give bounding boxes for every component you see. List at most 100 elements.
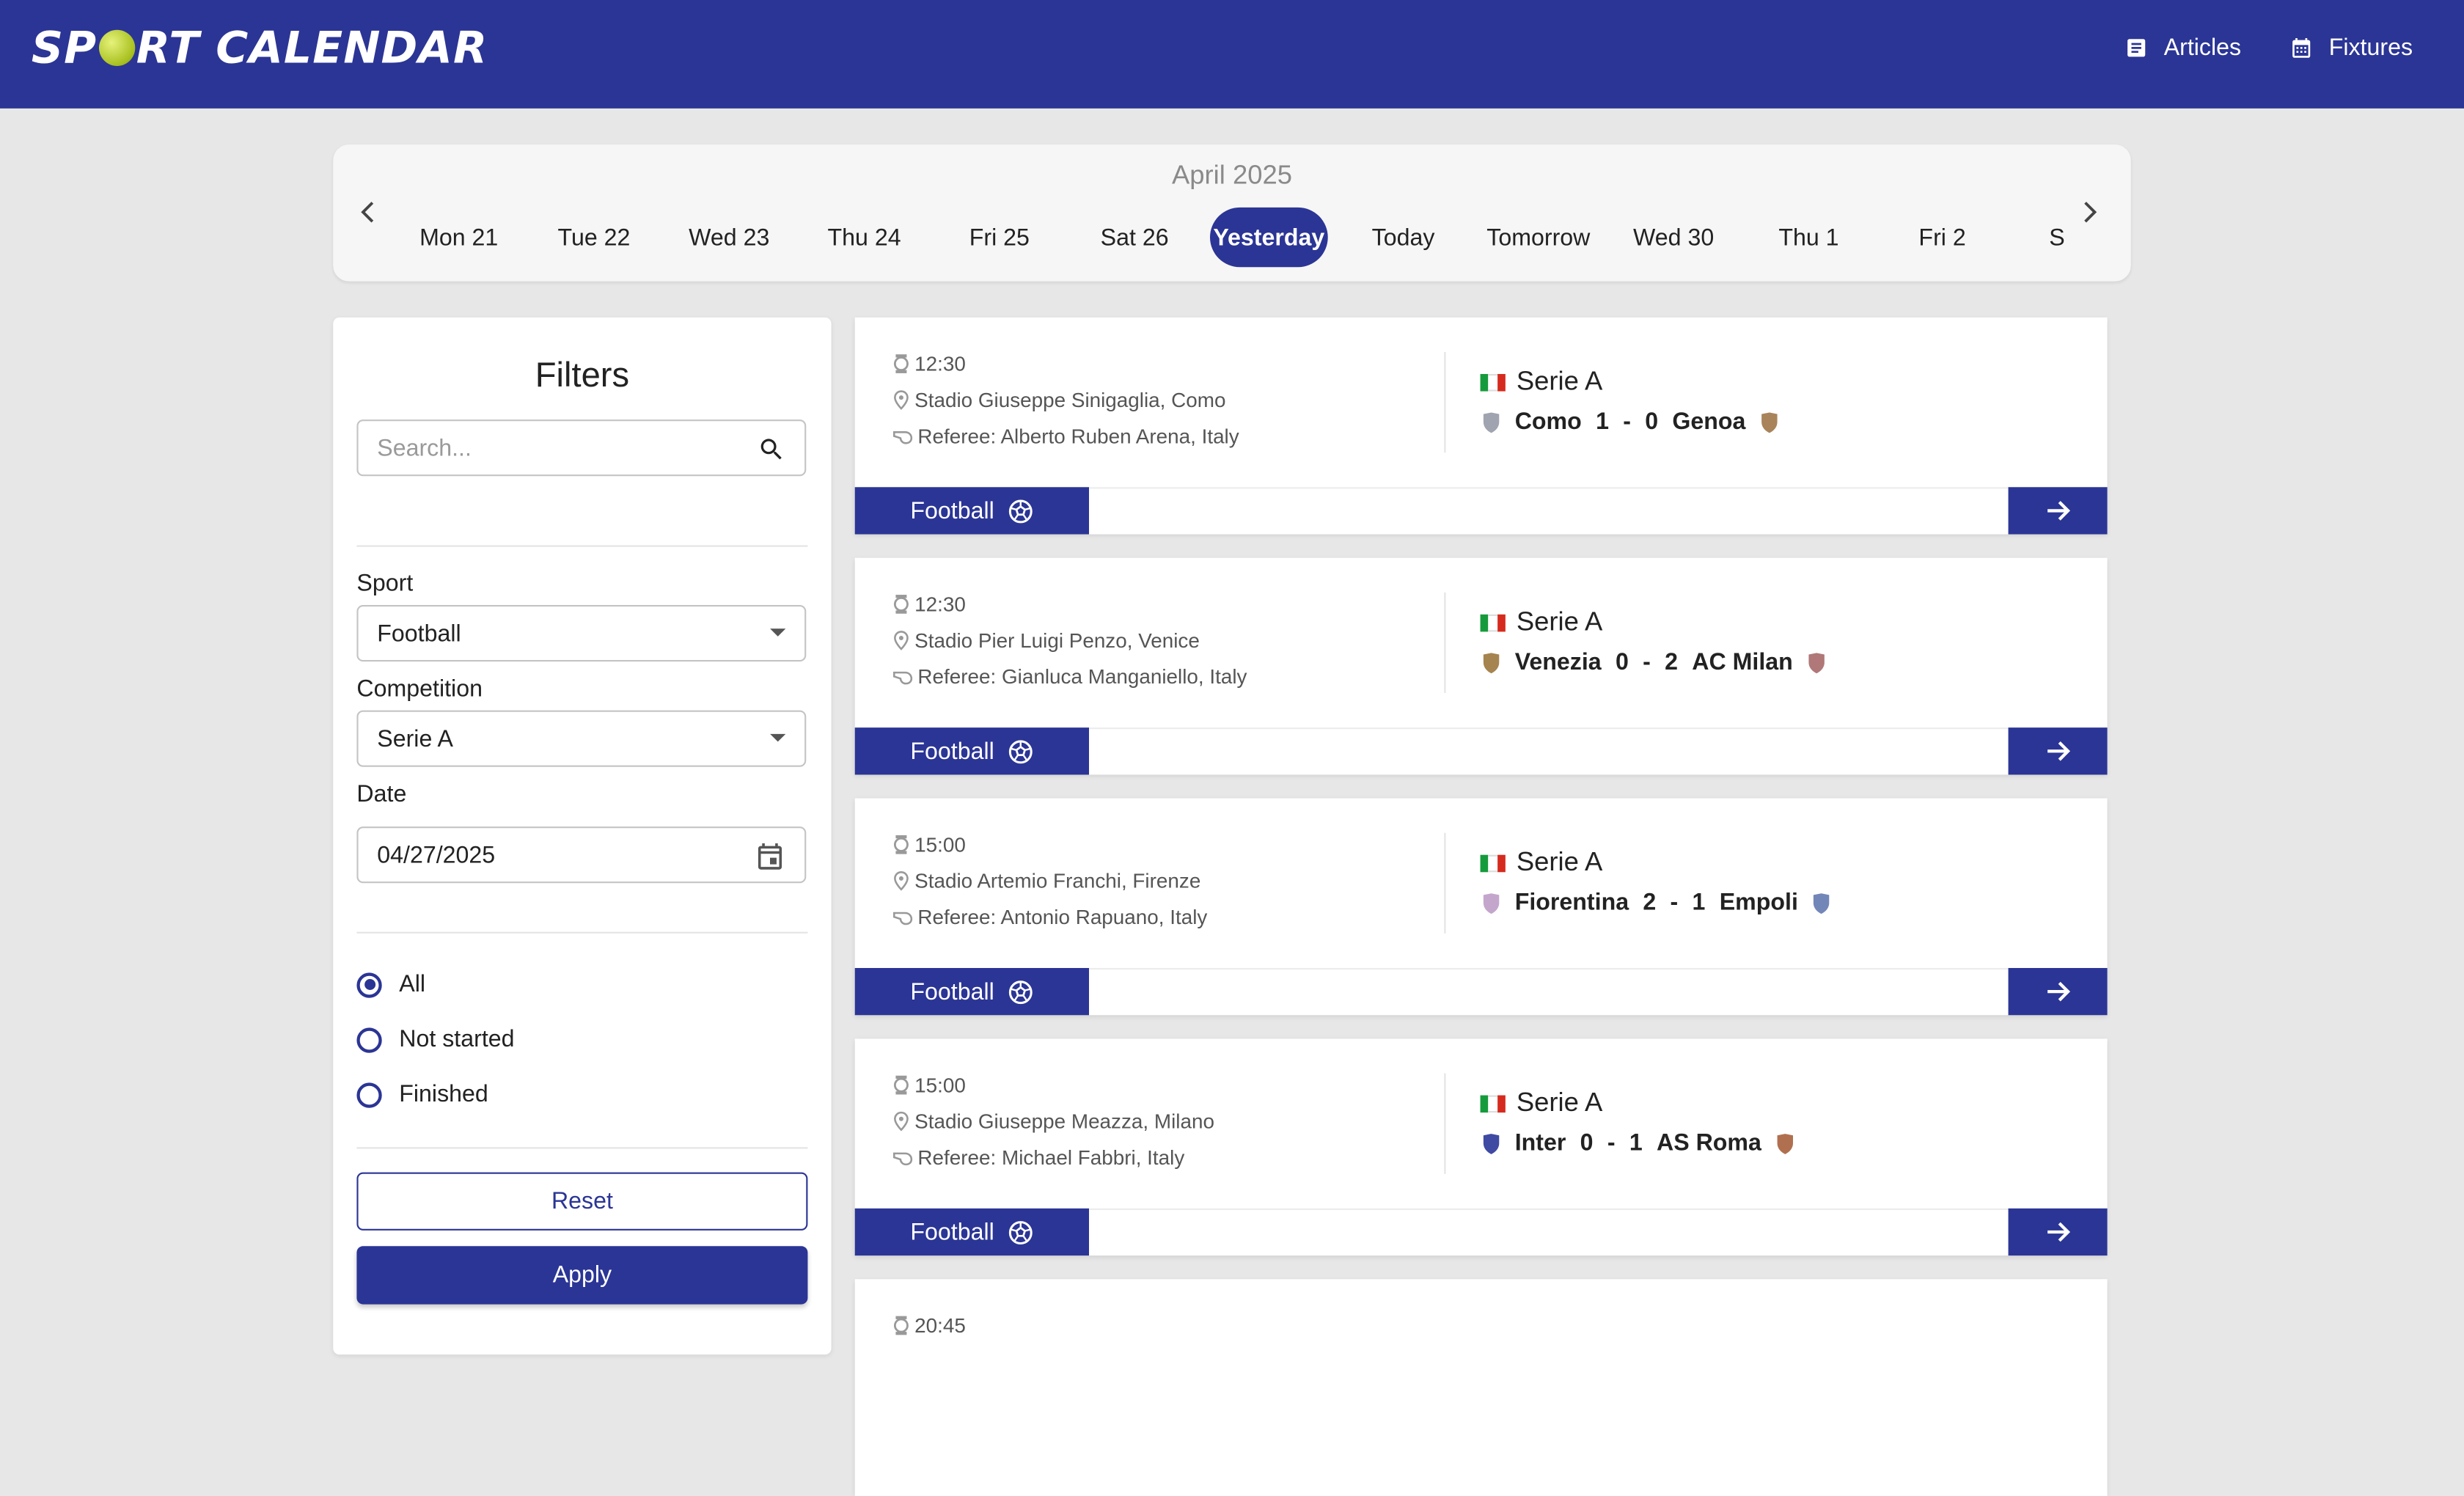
next-dates-button[interactable] <box>2072 195 2107 230</box>
filters-divider <box>356 545 808 547</box>
match-details-button[interactable] <box>2008 487 2108 535</box>
away-score: 2 <box>1665 649 1679 676</box>
date-today[interactable]: Today <box>1350 208 1457 267</box>
home-team-crest-icon <box>1483 1133 1500 1154</box>
date-yesterday[interactable]: Yesterday <box>1210 207 1328 268</box>
match-time: 15:00 <box>892 833 966 857</box>
match-details-button[interactable] <box>2008 1208 2108 1256</box>
sport-tag-button[interactable]: Football <box>854 727 1089 775</box>
match-details-button[interactable] <box>2008 968 2108 1016</box>
radio-all[interactable]: All <box>356 971 426 998</box>
competition: Serie A <box>1480 606 1603 638</box>
match-time: 12:30 <box>892 593 966 616</box>
logo[interactable]: SP RT CALENDAR <box>32 22 488 74</box>
radio-button-checked[interactable] <box>356 972 382 997</box>
radio-not-started-label: Not started <box>399 1026 515 1053</box>
radio-not-started[interactable]: Not started <box>356 1026 515 1053</box>
match-venue: Stadio Pier Luigi Penzo, Venice <box>892 628 1200 652</box>
search-input[interactable]: Search... <box>356 419 807 477</box>
radio-button[interactable] <box>356 1027 382 1052</box>
away-score: 1 <box>1629 1129 1643 1157</box>
date-label: Date <box>356 781 407 808</box>
match-venue-text: Stadio Pier Luigi Penzo, Venice <box>914 628 1200 653</box>
location-pin-icon <box>894 1111 909 1132</box>
reset-button[interactable]: Reset <box>356 1172 808 1231</box>
italy-flag-icon <box>1480 373 1506 391</box>
match-card[interactable]: 15:00 Stadio Giuseppe Meazza, Milano Refer… <box>854 1038 2108 1256</box>
sport-tag-button[interactable]: Football <box>854 487 1089 535</box>
apply-button[interactable]: Apply <box>356 1246 808 1305</box>
date-wed-23[interactable]: Wed 23 <box>675 208 782 267</box>
match-card[interactable]: 12:30 Stadio Pier Luigi Penzo, Venice Refe… <box>854 557 2108 775</box>
nav-articles[interactable]: Articles <box>2124 34 2241 62</box>
date-input[interactable]: 04/27/2025 <box>356 826 807 884</box>
page: SP RT CALENDAR Articles Fixtures April 2… <box>0 0 2464 1496</box>
sport-tag-button[interactable]: Football <box>854 1208 1089 1256</box>
filters-divider <box>356 1147 808 1149</box>
match-referee-text: Referee: Gianluca Manganiello, Italy <box>917 664 1247 689</box>
match-venue-text: Stadio Giuseppe Sinigaglia, Como <box>914 388 1226 412</box>
chevron-left-icon <box>361 202 374 223</box>
date-tue-22[interactable]: Tue 22 <box>540 208 648 267</box>
radio-button[interactable] <box>356 1082 382 1107</box>
home-team: Inter <box>1514 1129 1566 1157</box>
date-sat-26[interactable]: Sat 26 <box>1081 208 1188 267</box>
date-thu-1[interactable]: Thu 1 <box>1756 208 1863 267</box>
date-strip: April 2025 Mon 21 Tue 22 Wed 23 Thu 24 F… <box>333 144 2131 282</box>
home-team-crest-icon <box>1483 892 1500 913</box>
match-venue-text: Stadio Artemio Franchi, Firenze <box>914 869 1201 893</box>
italy-flag-icon <box>1480 854 1506 872</box>
competition-select[interactable]: Serie A <box>356 710 807 767</box>
date-fri-25[interactable]: Fri 25 <box>946 208 1053 267</box>
match-time: 15:00 <box>892 1074 966 1097</box>
radio-finished-label: Finished <box>399 1081 488 1108</box>
date-partial[interactable]: S <box>2042 208 2073 267</box>
calendar-picker-icon[interactable] <box>755 840 786 872</box>
competition: Serie A <box>1480 847 1603 879</box>
match-details-button[interactable] <box>2008 727 2108 775</box>
date-thu-24[interactable]: Thu 24 <box>811 208 918 267</box>
radio-all-label: All <box>399 971 426 998</box>
location-pin-icon <box>894 870 909 891</box>
scoreline: Inter 0-1 AS Roma <box>1482 1130 1794 1156</box>
match-referee: Referee: Alberto Ruben Arena, Italy <box>892 425 1239 448</box>
match-card[interactable]: 15:00 Stadio Artemio Franchi, Firenze Refe… <box>854 798 2108 1016</box>
sport-tag-button[interactable]: Football <box>854 968 1089 1016</box>
date-wed-30[interactable]: Wed 30 <box>1620 208 1727 267</box>
radio-finished[interactable]: Finished <box>356 1081 488 1108</box>
home-team: Como <box>1514 408 1582 436</box>
nav-fixtures[interactable]: Fixtures <box>2289 34 2413 62</box>
match-referee-text: Referee: Alberto Ruben Arena, Italy <box>917 424 1239 448</box>
match-referee: Referee: Michael Fabbri, Italy <box>892 1145 1184 1169</box>
competition-name: Serie A <box>1516 606 1603 637</box>
whistle-icon <box>892 430 913 444</box>
home-team: Venezia <box>1514 649 1602 676</box>
watch-icon <box>893 595 909 614</box>
calendar-icon <box>2292 37 2311 58</box>
away-team-crest-icon <box>1761 411 1778 433</box>
away-score: 1 <box>1692 889 1706 917</box>
competition-name: Serie A <box>1516 366 1603 396</box>
search-icon <box>760 439 782 460</box>
football-icon <box>1008 980 1033 1004</box>
date-mon-21[interactable]: Mon 21 <box>406 208 513 267</box>
previous-dates-button[interactable] <box>351 195 385 230</box>
logo-text-end: RT CALENDAR <box>136 22 488 74</box>
italy-flag-icon <box>1480 1094 1506 1112</box>
competition: Serie A <box>1480 366 1603 397</box>
home-score: 2 <box>1643 889 1657 917</box>
sport-tag-label: Football <box>910 738 994 765</box>
match-referee: Referee: Antonio Rapuano, Italy <box>892 905 1207 928</box>
date-tomorrow[interactable]: Tomorrow <box>1477 208 1599 267</box>
match-card[interactable]: 12:30 Stadio Giuseppe Sinigaglia, Como Ref… <box>854 317 2108 535</box>
tennis-ball-icon <box>98 29 135 66</box>
match-card[interactable]: 20:45 <box>854 1279 2108 1496</box>
football-icon <box>1008 1220 1033 1244</box>
date-fri-2[interactable]: Fri 2 <box>1889 208 1996 267</box>
competition-label: Competition <box>356 675 483 703</box>
location-pin-icon <box>894 390 909 410</box>
sport-select[interactable]: Football <box>356 605 807 662</box>
sport-label: Sport <box>356 570 414 598</box>
competition-name: Serie A <box>1516 847 1603 877</box>
arrow-right-icon <box>2047 981 2069 1002</box>
